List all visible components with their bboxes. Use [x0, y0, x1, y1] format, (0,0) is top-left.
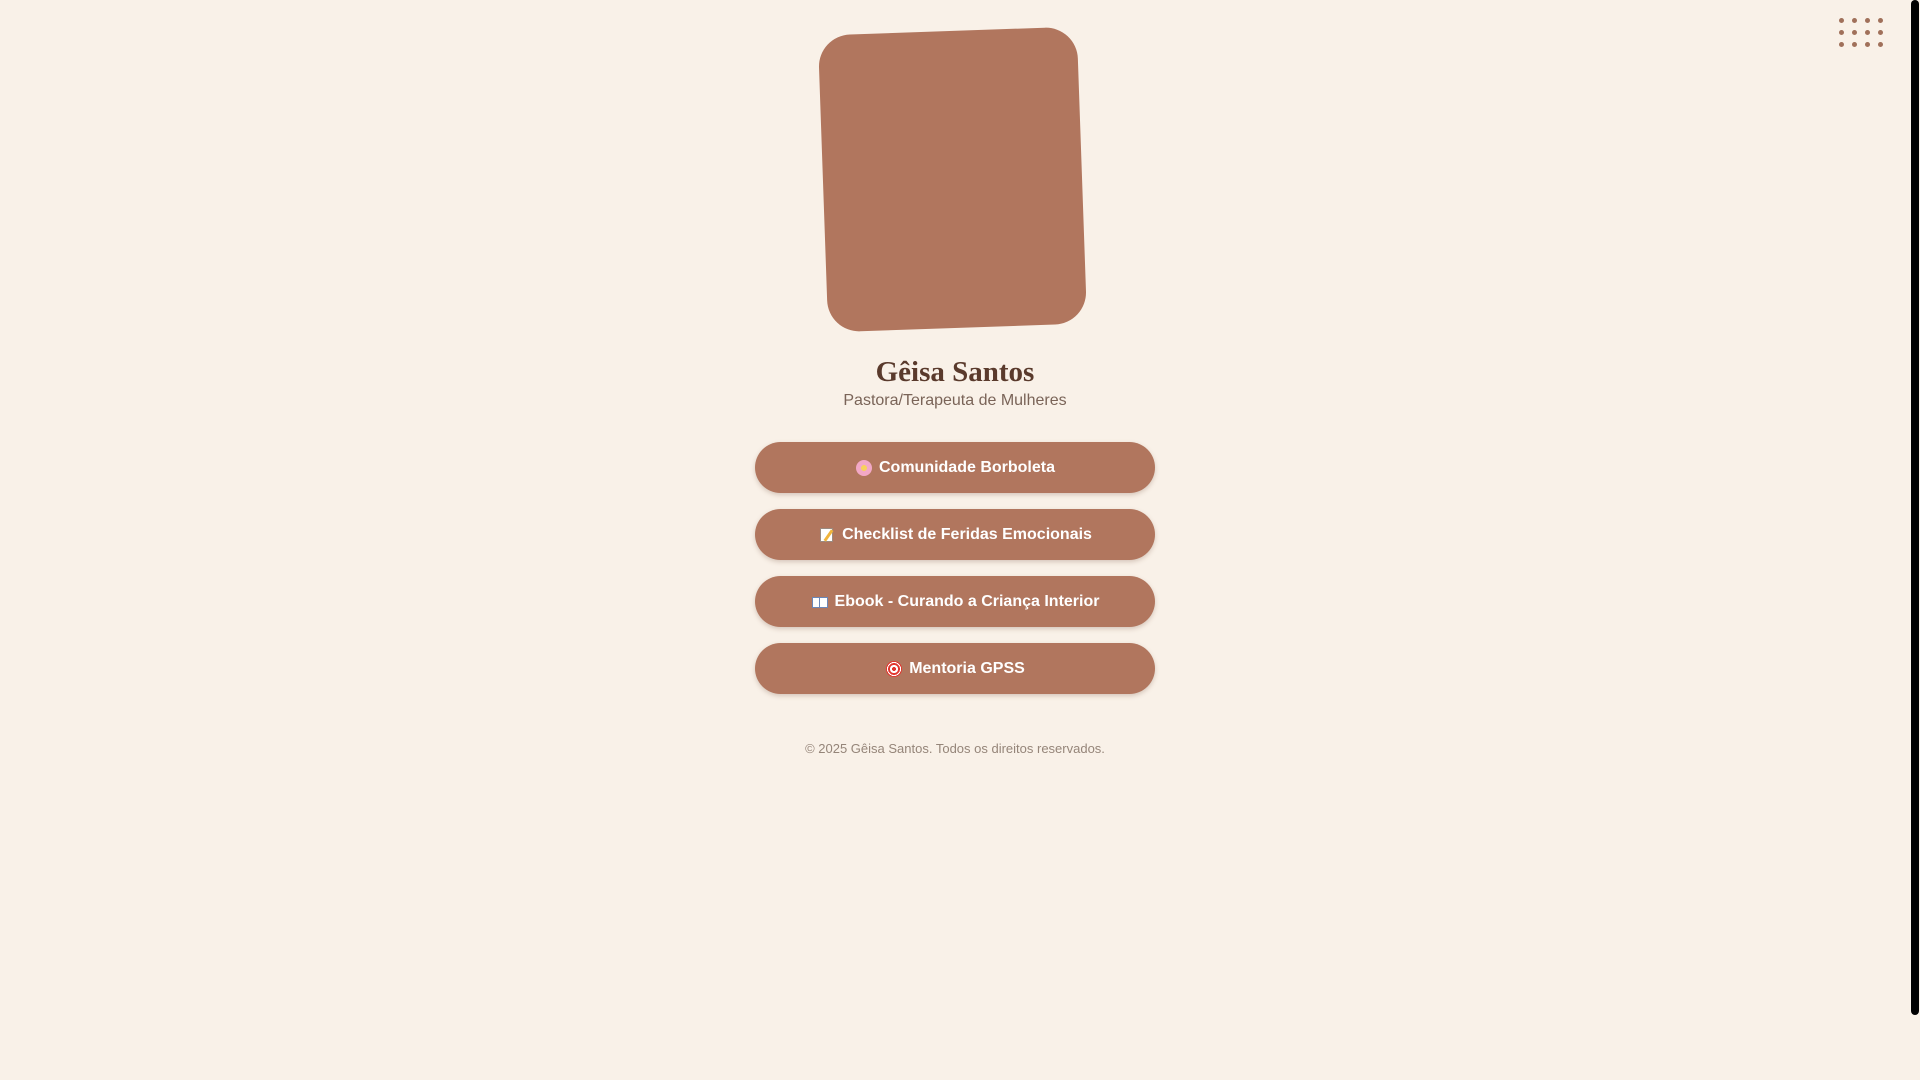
memo-icon [818, 526, 836, 544]
link-label: Mentoria GPSS [909, 659, 1025, 677]
profile-photo [817, 26, 1088, 333]
page-viewport: Gêisa Santos Pastora/Terapeuta de Mulher… [0, 0, 1910, 1080]
footer-copyright: © 2025 Gêisa Santos. Todos os direitos r… [805, 741, 1105, 756]
profile-name: Gêisa Santos [875, 356, 1035, 388]
link-button-mentoria[interactable]: Mentoria GPSS [755, 643, 1155, 694]
target-icon [885, 660, 903, 678]
link-button-checklist[interactable]: Checklist de Feridas Emocionais [755, 509, 1155, 560]
cherry-blossom-icon [855, 459, 873, 477]
link-button-ebook[interactable]: Ebook - Curando a Criança Interior [755, 576, 1155, 627]
profile-subtitle: Pastora/Terapeuta de Mulheres [843, 392, 1067, 409]
grid-menu-icon[interactable] [1837, 16, 1889, 52]
vertical-scrollbar[interactable] [1910, 0, 1920, 1080]
link-button-comunidade-borboleta[interactable]: Comunidade Borboleta [755, 442, 1155, 493]
link-label: Checklist de Feridas Emocionais [842, 525, 1092, 543]
link-label: Ebook - Curando a Criança Interior [834, 592, 1100, 610]
scrollbar-thumb[interactable] [1911, 0, 1919, 1015]
link-label: Comunidade Borboleta [878, 458, 1055, 476]
open-book-icon [811, 593, 829, 611]
